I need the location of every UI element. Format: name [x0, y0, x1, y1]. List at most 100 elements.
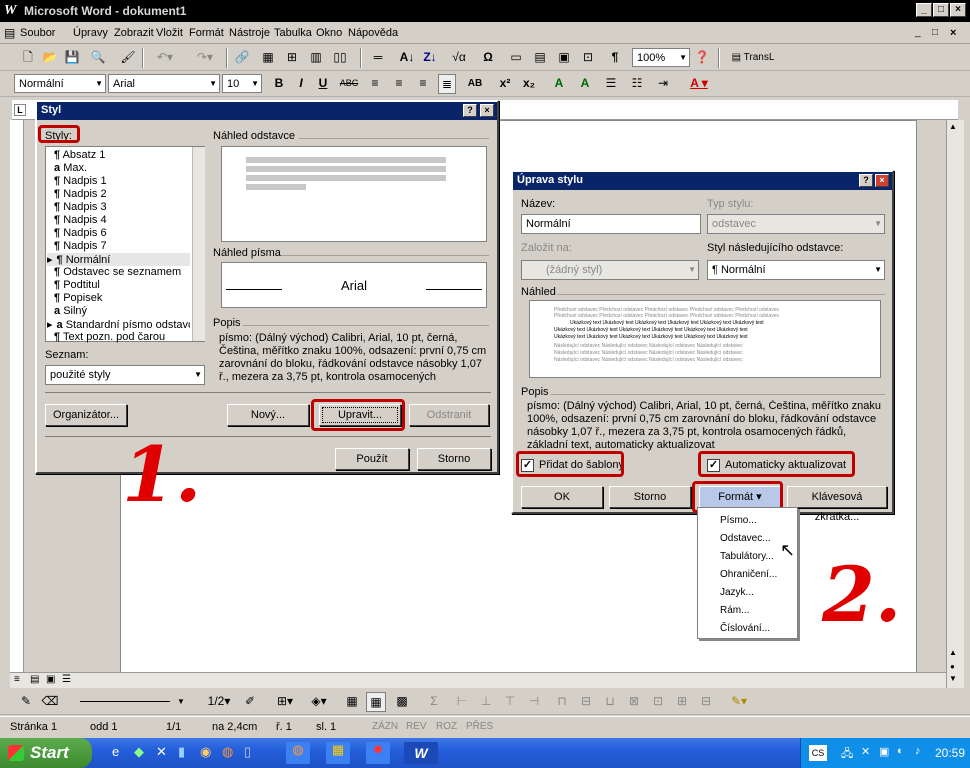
shortcut-button[interactable]: Klávesová zkratka... [787, 486, 887, 523]
style-combo[interactable]: Normální ▼ [14, 74, 106, 93]
undo-icon[interactable]: ↶▾ [150, 48, 180, 68]
list-item[interactable]: Nadpis 3 [63, 201, 106, 213]
caps-icon[interactable]: AB [464, 74, 486, 94]
bullets-icon[interactable]: ☷ [628, 74, 646, 94]
uprava-close-icon[interactable]: × [875, 174, 889, 187]
status-ext[interactable]: ROZ [436, 721, 457, 732]
taskbar-app[interactable]: ▦ [326, 742, 350, 764]
pilcrow-icon[interactable]: ¶ [605, 48, 625, 68]
italic-icon[interactable]: I [292, 74, 310, 94]
equation-icon[interactable]: √α [448, 48, 470, 68]
tab-selector-icon[interactable]: L [14, 104, 26, 116]
view-normal-icon[interactable]: ≡ [14, 674, 20, 685]
menu-format[interactable]: Formát [189, 27, 224, 39]
app-icon-2[interactable]: ✕ [156, 744, 167, 760]
new-icon[interactable]: 🗋 [18, 48, 38, 68]
distribute-rows-icon[interactable]: ⊥ [476, 692, 496, 712]
border-color-icon[interactable]: ✐ [240, 692, 260, 712]
list-item-selected[interactable]: Normální [66, 254, 111, 266]
menu-item-tabs[interactable]: Tabulátory... [720, 551, 774, 562]
scroll-next-icon[interactable]: ▼ [949, 674, 957, 683]
menu-tabulka[interactable]: Tabulka [274, 27, 312, 39]
close-button[interactable]: × [950, 3, 966, 17]
horizontal-scrollbar[interactable]: ≡ ▤ ▣ ☰ [10, 672, 946, 688]
style-font-icon[interactable]: A [576, 74, 594, 94]
doc-restore-icon[interactable]: □ [932, 27, 938, 38]
cell3-icon[interactable]: ⊞ [672, 692, 692, 712]
name-input[interactable]: Normální [521, 214, 701, 234]
cancel-button[interactable]: Storno [417, 448, 491, 470]
status-rec[interactable]: ZÁZN [372, 721, 398, 732]
table-icon[interactable]: ⊞ [282, 48, 302, 68]
cell-icon[interactable]: ⊠ [624, 692, 644, 712]
sort-desc-icon[interactable]: Z↓ [420, 48, 440, 68]
taskbar-firefox[interactable]: ◍ [286, 742, 310, 764]
vertical-scrollbar[interactable]: ▲ ▲ ● ▼ [946, 120, 964, 688]
merge-icon[interactable]: ▩ [392, 692, 412, 712]
map-icon[interactable]: ▣ [554, 48, 574, 68]
view-print-icon[interactable]: ▣ [46, 674, 55, 685]
tray-icon-1[interactable]: ✕ [861, 745, 870, 758]
autofit-icon[interactable]: ⊣ [524, 692, 544, 712]
underline-icon[interactable]: U [314, 74, 332, 94]
menu-item-language[interactable]: Jazyk... [720, 587, 754, 598]
volume-icon[interactable]: ♪ [915, 745, 921, 757]
list-item[interactable]: Nadpis 4 [63, 214, 106, 226]
bold-icon[interactable]: B [270, 74, 288, 94]
apply-button[interactable]: Použít [335, 448, 409, 470]
save-icon[interactable]: 💾 [62, 48, 82, 68]
tray-icon-3[interactable]: ◐ [897, 745, 904, 757]
format-painter-icon[interactable]: 🖌 [118, 48, 138, 68]
align-left-icon[interactable]: ≡ [366, 74, 384, 94]
styl-help-icon[interactable]: ? [463, 104, 477, 117]
top-align-icon[interactable]: ⊓ [552, 692, 572, 712]
align-cell-icon[interactable]: ⊢ [452, 692, 472, 712]
indent-icon[interactable]: ⇥ [654, 74, 672, 94]
grow-font-icon[interactable]: A [550, 74, 568, 94]
app-icon-1[interactable]: ◆ [134, 744, 144, 760]
type-combo[interactable]: odstavec ▼ [707, 214, 885, 234]
list-item[interactable]: Podtitul [63, 279, 100, 291]
redo-icon[interactable]: ↷▾ [190, 48, 220, 68]
font-combo[interactable]: Arial ▼ [108, 74, 220, 93]
doc-close-icon[interactable]: × [950, 27, 956, 39]
next-style-combo[interactable]: ¶ Normální ▼ [707, 260, 885, 280]
insert-table-icon[interactable]: ▦ [342, 692, 362, 712]
taskbar-app-2[interactable]: ✹ [366, 742, 390, 764]
distribute-cols-icon[interactable]: ⊤ [500, 692, 520, 712]
list-item[interactable]: Nadpis 7 [63, 240, 106, 252]
cell2-icon[interactable]: ⊡ [648, 692, 668, 712]
eraser-icon[interactable]: ⌫ [40, 692, 60, 712]
status-ovr[interactable]: PŘES [466, 721, 493, 732]
clock[interactable]: 20:59 [935, 746, 965, 760]
zoom-combo[interactable]: 100% ▼ [632, 48, 690, 67]
pen-icon[interactable]: ✎ [16, 692, 36, 712]
list-item[interactable]: Absatz 1 [63, 149, 106, 161]
start-button[interactable]: Start [0, 738, 92, 768]
hyperlink-icon[interactable]: 🔗 [232, 48, 252, 68]
subscript-icon[interactable]: x₂ [520, 74, 538, 94]
browse-object-icon[interactable]: ● [950, 662, 955, 671]
numbering-icon[interactable]: ☰ [602, 74, 620, 94]
sum-icon[interactable]: Σ [424, 692, 444, 712]
styles-scrollbar[interactable] [192, 147, 205, 341]
taskbar-word[interactable]: W [404, 742, 438, 764]
borders-icon[interactable]: ⊞▾ [270, 692, 300, 712]
align-right-icon[interactable]: ≡ [414, 74, 432, 94]
list-item[interactable]: Nadpis 6 [63, 227, 106, 239]
menu-napoveda[interactable]: Nápověda [348, 27, 398, 39]
ok-button[interactable]: OK [521, 486, 603, 508]
cell4-icon[interactable]: ⊟ [696, 692, 716, 712]
shading-icon[interactable]: ◈▾ [304, 692, 334, 712]
menu-item-numbering[interactable]: Číslování... [720, 623, 770, 634]
doc-minimize-icon[interactable]: _ [915, 27, 921, 38]
firefox-quick-icon[interactable]: ◍ [222, 744, 233, 760]
field-icon[interactable]: ▭ [506, 48, 526, 68]
menu-okno[interactable]: Okno [316, 27, 342, 39]
drawing-icon[interactable]: ⊡ [578, 48, 598, 68]
scroll-prev-icon[interactable]: ▲ [949, 648, 957, 657]
list-item[interactable]: Nadpis 1 [63, 175, 106, 187]
excel-icon[interactable]: ▥ [306, 48, 326, 68]
new-style-button[interactable]: Nový... [227, 404, 309, 426]
list-item[interactable]: Silný [63, 305, 87, 317]
